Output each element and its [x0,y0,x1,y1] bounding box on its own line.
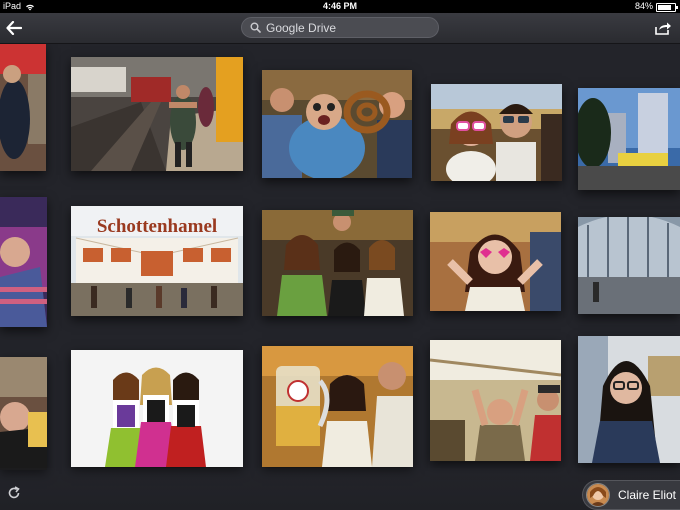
share-icon [655,22,671,35]
search-text: Google Drive [266,20,337,35]
photo-thumbnail[interactable] [0,44,46,171]
photo-thumbnail[interactable] [578,217,680,314]
clock: 4:46 PM [322,1,357,11]
photo-schottenhamel-tent: Schottenhamel [71,206,243,316]
refresh-icon [8,486,20,499]
arrow-left-icon [6,21,22,35]
photo-three-women-dirndl [71,350,243,467]
photo-men-celebrating [430,340,561,461]
photo-woman-left [0,197,47,327]
photo-station-roof [578,217,680,314]
photo-woman-beer [0,357,47,470]
refresh-button[interactable] [4,483,24,503]
photo-train-station [71,57,243,171]
photo-thumbnail[interactable] [71,57,243,171]
photo-woman-glasses [578,336,680,463]
battery-percent: 84% [634,1,653,11]
photo-thumbnail[interactable] [431,84,562,181]
photo-thumbnail[interactable] [430,212,561,311]
share-button[interactable] [651,17,675,39]
photo-thumbnail[interactable] [262,210,413,316]
floor-reflection [0,468,680,510]
photo-couple-sunglasses [431,84,562,181]
battery-icon [656,2,678,12]
avatar [586,483,610,507]
photo-beer-mug [262,346,413,467]
photo-thumbnail[interactable]: Schottenhamel [71,206,243,316]
photo-man-with-pretzel [262,70,412,178]
search-field[interactable]: Google Drive [241,17,439,38]
photo-thumbnail[interactable] [0,197,47,327]
photo-thumbnail[interactable] [578,88,680,190]
photo-thumbnail[interactable] [0,357,47,470]
photo-grid: Schottenhamel [0,44,680,510]
photo-street [0,44,46,171]
tent-sign-text: Schottenhamel [97,216,217,237]
user-name: Claire Eliot [618,488,677,502]
photo-thumbnail[interactable] [430,340,561,461]
photo-thumbnail[interactable] [262,70,412,178]
photo-thumbnail[interactable] [71,350,243,467]
user-account-button[interactable]: Claire Eliot [582,480,680,510]
search-icon [250,22,261,33]
back-button[interactable] [2,17,26,39]
photo-group-dirndl [262,210,413,316]
status-bar: iPad 4:46 PM 84% [0,0,680,13]
nav-bar: Google Drive [0,13,680,44]
photo-thumbnail[interactable] [262,346,413,467]
photo-thumbnail[interactable] [578,336,680,463]
photo-woman-heart-glasses [430,212,561,311]
photo-city-night [578,88,680,190]
